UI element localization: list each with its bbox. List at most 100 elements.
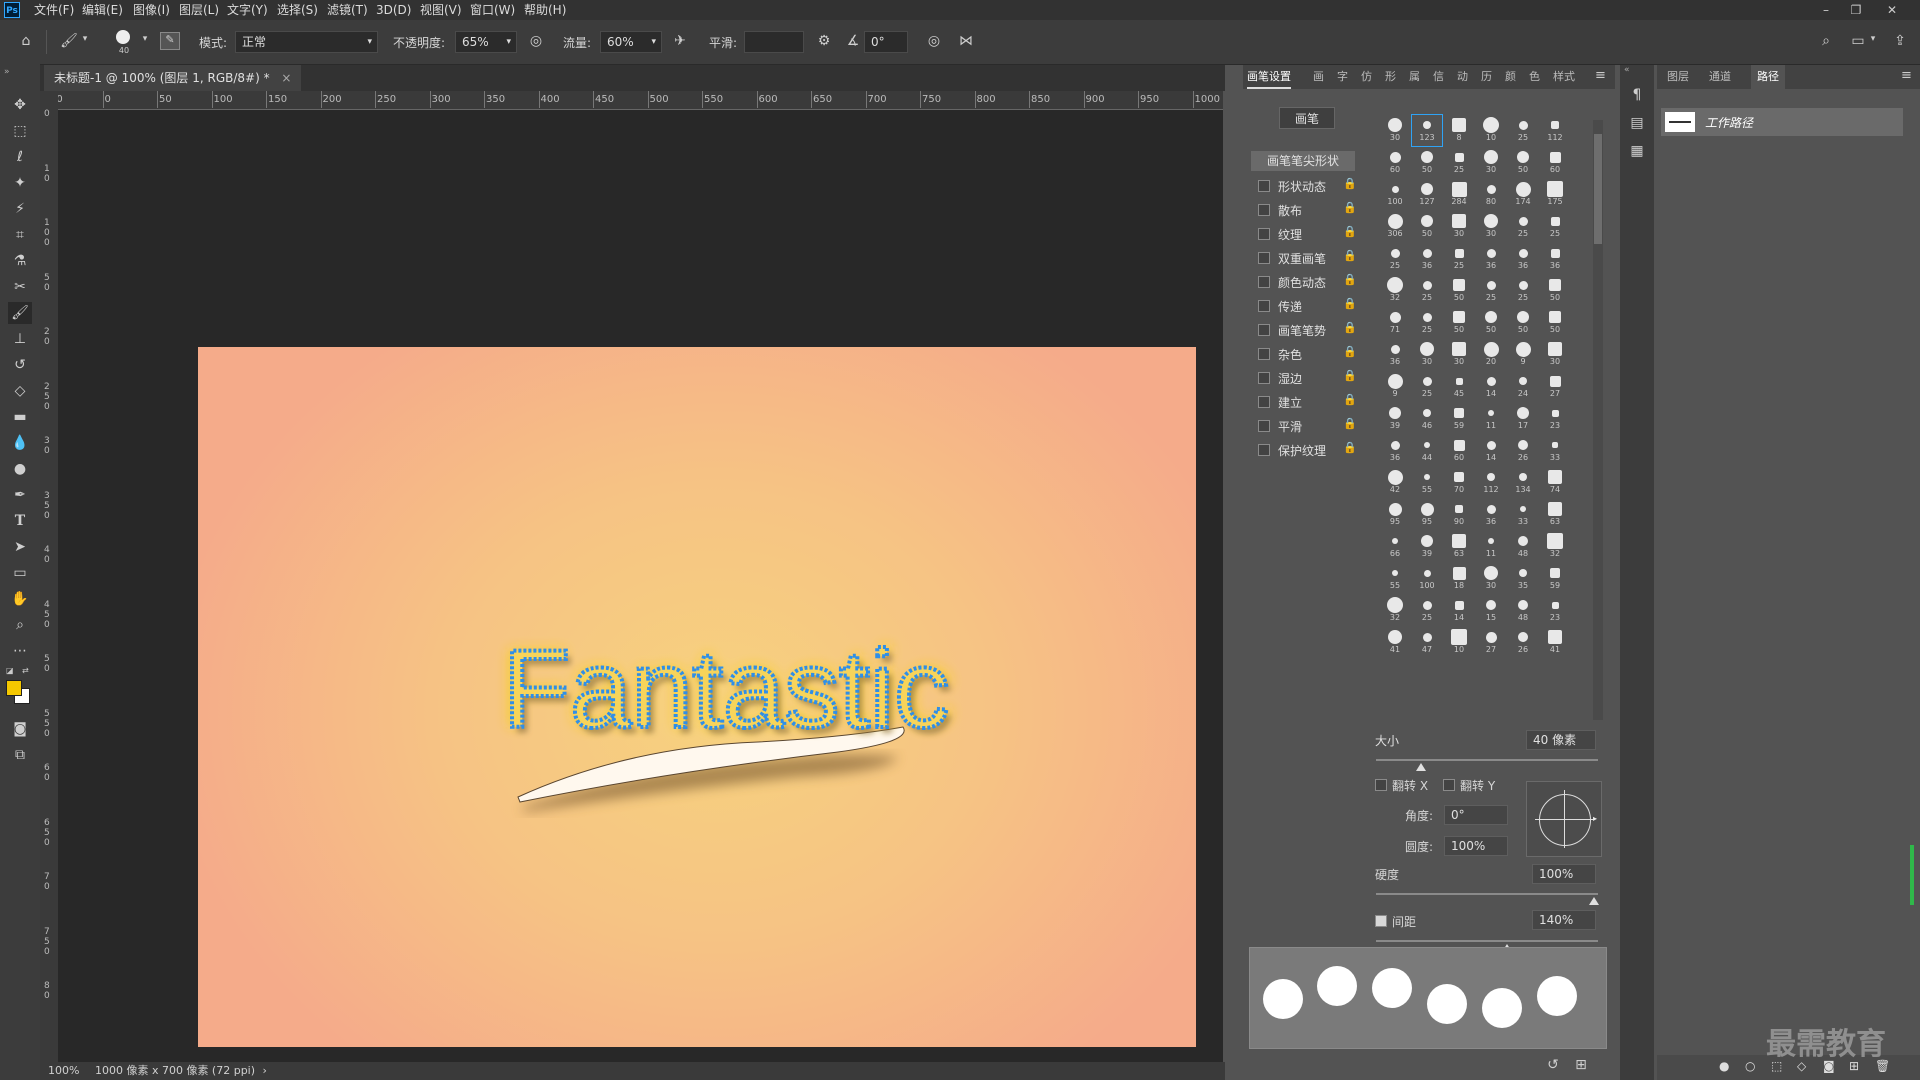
toggle-live-tip-icon[interactable]: ↺ (1543, 1057, 1563, 1073)
brush-tip-swatch[interactable]: 15 (1476, 595, 1506, 626)
crop-tool-icon[interactable]: ⌗ (8, 224, 32, 246)
restore-button[interactable]: ❐ (1842, 0, 1870, 20)
brush-option-row[interactable]: 纹理 🔒 (1258, 223, 1368, 245)
share-icon[interactable]: ⇪ (1890, 33, 1910, 49)
brush-tip-swatch[interactable]: 36 (1508, 243, 1538, 274)
lock-icon[interactable]: 🔒 (1343, 297, 1357, 310)
brush-tip-swatch[interactable]: 47 (1412, 627, 1442, 658)
brush-tip-swatch[interactable]: 25 (1444, 243, 1474, 274)
brush-tip-swatch[interactable]: 30 (1412, 339, 1442, 370)
brush-tip-swatch[interactable]: 32 (1540, 531, 1570, 562)
menu-item[interactable]: 窗口(W) (470, 0, 515, 20)
brushes-button[interactable]: 画笔 (1279, 107, 1335, 129)
menu-item[interactable]: 文字(Y) (227, 0, 268, 20)
close-icon[interactable]: × (281, 71, 291, 85)
brush-tip-swatch[interactable]: 50 (1540, 307, 1570, 338)
brush-tip-swatch[interactable]: 8 (1444, 115, 1474, 146)
brush-tip-swatch[interactable]: 36 (1380, 435, 1410, 466)
lock-icon[interactable]: 🔒 (1343, 345, 1357, 358)
brush-tip-swatch[interactable]: 25 (1540, 211, 1570, 242)
fill-path-icon[interactable]: ● (1719, 1059, 1729, 1073)
gradient-tool-icon[interactable]: ▬ (8, 406, 32, 428)
brush-option-row[interactable]: 湿边 🔒 (1258, 367, 1368, 389)
option-checkbox[interactable] (1258, 396, 1270, 408)
brush-tip-swatch[interactable]: 25 (1380, 243, 1410, 274)
new-brush-icon[interactable]: ⊞ (1571, 1057, 1591, 1073)
option-checkbox[interactable] (1258, 444, 1270, 456)
zoom-level[interactable]: 100% (48, 1064, 79, 1077)
brush-tip-swatch[interactable]: 10 (1444, 627, 1474, 658)
foreground-color-swatch[interactable] (6, 680, 22, 696)
brush-tip-swatch[interactable]: 17 (1508, 403, 1538, 434)
size-slider[interactable] (1376, 759, 1598, 761)
menu-item[interactable]: 滤镜(T) (327, 0, 368, 20)
chevron-down-icon[interactable]: ▾ (80, 34, 90, 44)
brush-tip-swatch[interactable]: 25 (1508, 211, 1538, 242)
brush-tip-swatch[interactable]: 48 (1508, 595, 1538, 626)
blur-tool-icon[interactable]: 💧 (8, 432, 32, 454)
brush-tip-swatch[interactable]: 60 (1380, 147, 1410, 178)
search-icon[interactable]: ⌕ (1816, 33, 1836, 49)
brush-tip-swatch[interactable]: 284 (1444, 179, 1474, 210)
brush-tip-swatch[interactable]: 80 (1476, 179, 1506, 210)
option-checkbox[interactable] (1258, 300, 1270, 312)
brush-option-row[interactable]: 形状动态 🔒 (1258, 175, 1368, 197)
brush-tip-swatch[interactable]: 50 (1412, 211, 1442, 242)
document-info[interactable]: 1000 像素 x 700 像素 (72 ppi) (95, 1064, 255, 1077)
path-item-work-path[interactable]: 工作路径 (1661, 108, 1903, 136)
pressure-opacity-icon[interactable]: ◎ (526, 33, 546, 49)
properties-icon[interactable]: ▤ (1626, 115, 1648, 131)
panel-tab[interactable]: 样式 (1553, 65, 1575, 89)
brush-tip-swatch[interactable]: 60 (1540, 147, 1570, 178)
magic-wand-icon[interactable]: ⚡ (8, 198, 32, 220)
brush-tip-swatch[interactable]: 112 (1540, 115, 1570, 146)
brush-tip-swatch[interactable]: 36 (1540, 243, 1570, 274)
brush-option-row[interactable]: 画笔笔势 🔒 (1258, 319, 1368, 341)
brush-tip-swatch[interactable]: 50 (1444, 275, 1474, 306)
brush-tip-swatch[interactable]: 306 (1380, 211, 1410, 242)
brush-tip-swatch[interactable]: 36 (1380, 339, 1410, 370)
panel-tab[interactable]: 图层 (1667, 65, 1689, 89)
symmetry-icon[interactable]: ⋈ (956, 33, 976, 49)
brush-tip-swatch[interactable]: 46 (1412, 403, 1442, 434)
option-checkbox[interactable] (1258, 324, 1270, 336)
option-checkbox[interactable] (1258, 204, 1270, 216)
brush-tip-swatch[interactable]: 30 (1476, 147, 1506, 178)
chevron-down-icon[interactable]: ▾ (140, 34, 150, 44)
menu-item[interactable]: 选择(S) (277, 0, 318, 20)
brush-tip-swatch[interactable]: 36 (1476, 499, 1506, 530)
panel-tab[interactable]: 色 (1529, 65, 1540, 89)
brush-tip-swatch[interactable]: 25 (1444, 147, 1474, 178)
history-brush-icon[interactable]: ↺ (8, 354, 32, 376)
brush-tip-swatch[interactable]: 44 (1412, 435, 1442, 466)
chevron-down-icon[interactable]: ▾ (1868, 34, 1878, 44)
brush-option-row[interactable]: 传递 🔒 (1258, 295, 1368, 317)
airbrush-icon[interactable]: ✈ (670, 33, 690, 49)
brush-tip-swatch[interactable]: 48 (1508, 531, 1538, 562)
expand-icon[interactable]: « (1624, 65, 1630, 75)
brush-tip-swatch[interactable]: 59 (1540, 563, 1570, 594)
brush-tip-swatch[interactable]: 30 (1540, 339, 1570, 370)
spacing-field[interactable]: 140% (1532, 910, 1596, 930)
brush-tip-swatch[interactable]: 14 (1476, 435, 1506, 466)
brush-tip-swatch[interactable]: 9 (1508, 339, 1538, 370)
hardness-field[interactable]: 100% (1532, 864, 1596, 884)
panel-tab[interactable]: 历 (1481, 65, 1492, 89)
type-tool-icon[interactable]: T (8, 510, 32, 532)
brush-tip-swatch[interactable]: 18 (1444, 563, 1474, 594)
brush-tip-swatch[interactable]: 30 (1444, 211, 1474, 242)
brush-tip-swatch[interactable]: 23 (1540, 595, 1570, 626)
close-button[interactable]: ✕ (1878, 0, 1906, 20)
brush-tip-shape-item[interactable]: 画笔笔尖形状 (1251, 151, 1355, 171)
brush-tip-swatch[interactable]: 45 (1444, 371, 1474, 402)
size-field[interactable]: 40 像素 (1526, 730, 1596, 750)
dodge-tool-icon[interactable]: ● (8, 458, 32, 480)
panel-tab[interactable]: 形 (1385, 65, 1396, 89)
brush-tip-swatch[interactable]: 27 (1540, 371, 1570, 402)
menu-item[interactable]: 3D(D) (376, 0, 411, 20)
brush-tip-swatch[interactable]: 33 (1540, 435, 1570, 466)
brush-tip-swatch[interactable]: 71 (1380, 307, 1410, 338)
brush-preset-picker[interactable] (116, 30, 130, 44)
brush-tip-swatch[interactable]: 123 (1411, 114, 1443, 147)
brush-tip-swatch[interactable]: 36 (1476, 243, 1506, 274)
